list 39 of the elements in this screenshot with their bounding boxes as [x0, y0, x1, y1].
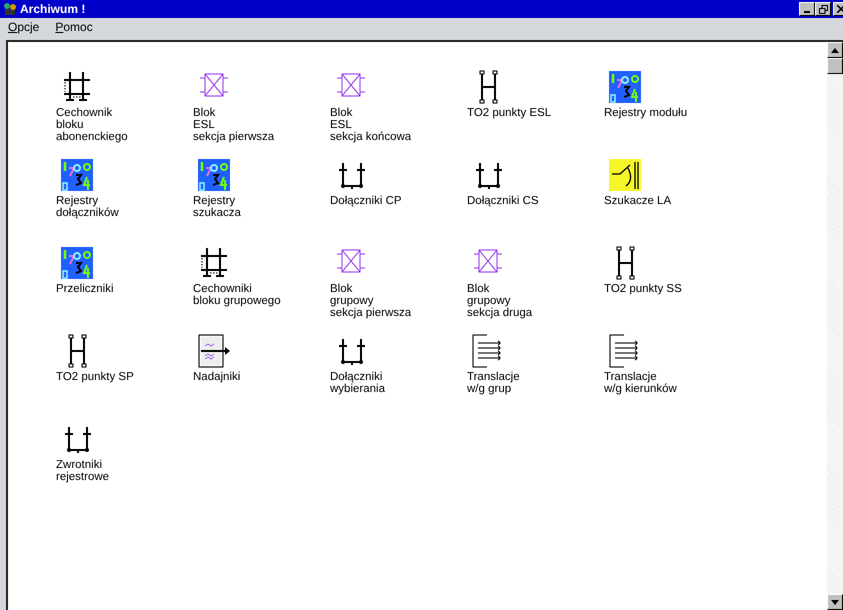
item-label: Dołączniki wybierania [330, 371, 385, 395]
number-tiles-icon[interactable] [60, 158, 94, 192]
item-label: Cechowniki bloku grupowego [193, 283, 281, 307]
menu-item[interactable]: Opcje [8, 20, 40, 34]
switch-contact-icon[interactable] [608, 158, 642, 192]
item-label: TO2 punkty ESL [467, 107, 552, 119]
restore-button[interactable] [815, 2, 831, 16]
close-icon [837, 5, 843, 13]
scroll-thumb[interactable] [827, 58, 843, 74]
window-title: Archiwum ! [20, 2, 86, 16]
item-label: Szukacze LA [604, 195, 672, 207]
item-label: Rejestry modułu [604, 107, 688, 119]
scroll-down-icon[interactable] [831, 600, 839, 604]
item-label: Blok grupowy sekcja pierwsza [330, 283, 412, 319]
item-label: Przeliczniki [56, 283, 114, 295]
item-label: Blok ESL sekcja pierwsza [193, 107, 274, 143]
item-label: Rejestry szukacza [193, 195, 241, 219]
minimize-button[interactable] [799, 2, 815, 16]
restore-icon [818, 4, 828, 14]
item-label: Translacje w/g grup [467, 371, 520, 395]
item-label: Zwrotniki rejestrowe [56, 459, 110, 483]
item-label: Dołączniki CP [330, 195, 402, 207]
item-label: Cechownik bloku abonenckiego [56, 107, 128, 143]
item-label: Rejestry dołączników [56, 195, 119, 219]
item-label: TO2 punkty SP [56, 371, 134, 383]
vertical-scrollbar[interactable] [827, 42, 843, 610]
item-label: Blok ESL sekcja końcowa [330, 107, 412, 143]
app-icon [2, 1, 18, 17]
arrow-box-icon[interactable] [197, 334, 231, 368]
item-label: Dołączniki CS [467, 195, 539, 207]
number-tiles-icon[interactable] [197, 158, 231, 192]
number-tiles-icon[interactable] [608, 70, 642, 104]
item-label: Blok grupowy sekcja druga [467, 283, 532, 319]
item-label: TO2 punkty SS [604, 283, 682, 295]
item-label: Nadajniki [193, 371, 240, 383]
menu-item[interactable]: Pomoc [55, 20, 93, 34]
scroll-up-icon[interactable] [831, 48, 839, 52]
number-tiles-icon[interactable] [60, 246, 94, 280]
item-label: Translacje w/g kierunków [604, 371, 677, 395]
